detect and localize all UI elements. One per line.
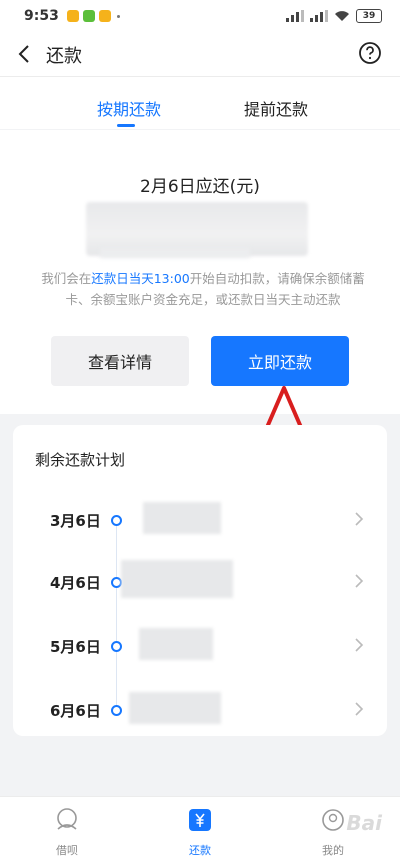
view-details-button[interactable]: 查看详情	[51, 336, 189, 386]
notification-icon	[98, 10, 111, 22]
due-card: 2月6日应还(元) 我们会在还款日当天13:00开始自动扣款，请确保余额储蓄卡、…	[0, 130, 400, 414]
tab-early-repayment[interactable]: 提前还款	[244, 96, 308, 120]
nav-label: 还款	[189, 844, 211, 857]
active-tab-indicator	[117, 124, 135, 127]
redacted-amount-shadow	[100, 248, 250, 258]
status-time: 9:53	[24, 8, 59, 24]
remaining-plan-card: 剩余还款计划 3月6日 4月6日 5月6日 6月6日	[13, 425, 387, 736]
plan-item[interactable]: 5月6日	[13, 626, 387, 666]
due-title: 2月6日应还(元)	[140, 177, 260, 197]
plan-item-date: 5月6日	[50, 638, 101, 656]
nav-label: 我的	[322, 844, 344, 857]
plan-title: 剩余还款计划	[35, 451, 126, 469]
notice-prefix: 我们会在	[41, 271, 92, 286]
redacted-amount	[143, 502, 221, 534]
pay-now-button[interactable]: 立即还款	[211, 336, 349, 386]
chevron-right-icon	[355, 512, 364, 526]
redacted-amount	[129, 692, 221, 724]
nav-item-jiebei[interactable]: 借呗	[37, 807, 97, 858]
battery-icon: 39	[356, 9, 382, 23]
redacted-amount	[139, 628, 213, 660]
plan-item-date: 6月6日	[50, 702, 101, 720]
timeline-node	[111, 515, 122, 526]
yuan-icon	[189, 809, 211, 831]
signal-icon	[286, 10, 304, 22]
notice-highlight: 还款日当天13:00	[91, 271, 190, 286]
auto-debit-notice: 我们会在还款日当天13:00开始自动扣款，请确保余额储蓄卡、余额宝账户资金充足，…	[36, 268, 370, 310]
notification-icons	[66, 10, 111, 22]
profile-icon	[322, 809, 344, 831]
timeline-line	[116, 515, 117, 715]
plan-item-date: 4月6日	[50, 574, 101, 592]
help-icon[interactable]	[358, 41, 382, 65]
app-bar: 还款	[0, 32, 400, 77]
plan-item[interactable]: 3月6日	[13, 500, 387, 540]
chevron-right-icon	[355, 638, 364, 652]
repayment-tabs: 按期还款 提前还款	[0, 77, 400, 129]
more-notifications-dot	[116, 14, 120, 18]
wifi-icon	[335, 11, 349, 21]
plan-item[interactable]: 6月6日	[13, 690, 387, 730]
timeline-node	[111, 705, 122, 716]
watermark: Bai	[346, 811, 382, 835]
plan-item-date: 3月6日	[50, 512, 101, 530]
tab-scheduled-repayment[interactable]: 按期还款	[97, 96, 161, 120]
redacted-amount	[121, 560, 233, 598]
download-icon	[82, 10, 95, 22]
notification-icon	[66, 10, 79, 22]
page-title: 还款	[46, 46, 82, 67]
chevron-right-icon	[355, 574, 364, 588]
status-bar: 9:53 39	[0, 0, 400, 32]
signal-icon	[310, 10, 328, 22]
chevron-right-icon	[355, 702, 364, 716]
timeline-node	[111, 641, 122, 652]
nav-item-repayment[interactable]: 还款	[170, 807, 230, 858]
nav-label: 借呗	[56, 844, 78, 857]
bottom-nav: 借呗 还款 我的 Bai	[0, 796, 400, 867]
jiebei-icon	[57, 808, 77, 830]
back-arrow-icon[interactable]	[12, 40, 40, 68]
plan-item[interactable]: 4月6日	[13, 560, 387, 602]
